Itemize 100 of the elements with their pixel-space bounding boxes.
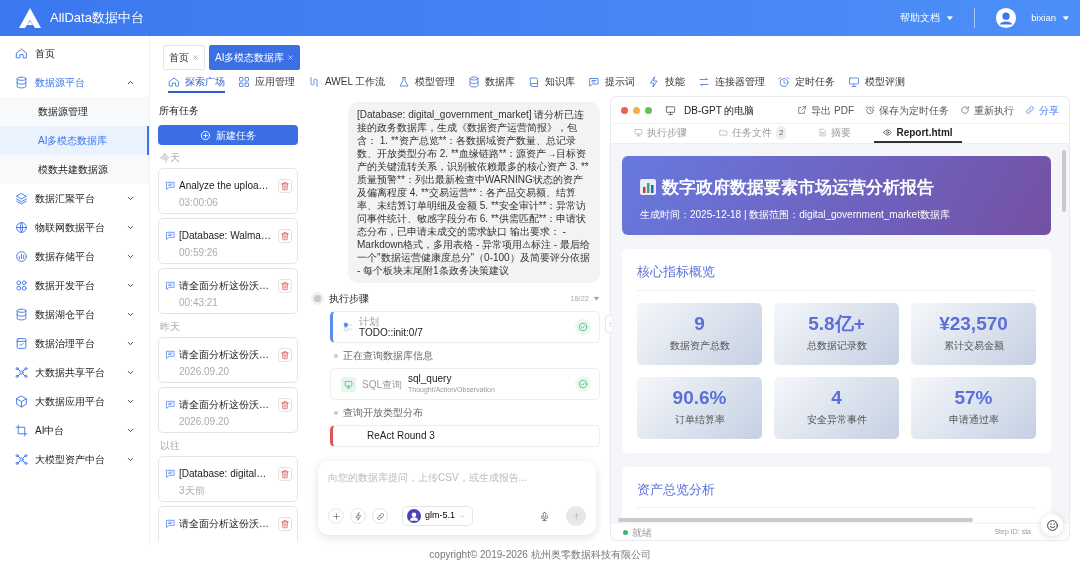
- new-task-button[interactable]: 新建任务: [158, 125, 298, 145]
- link-icon: [1025, 105, 1035, 115]
- step-title: TODO::init:0/7: [359, 326, 423, 339]
- nav-tab[interactable]: 定时任务: [778, 74, 836, 93]
- metric-label: 订单结算率: [674, 412, 725, 427]
- metric-label: 总数据记录数: [806, 338, 867, 353]
- step-card[interactable]: ReAct Round 3: [330, 425, 600, 447]
- user-avatar-icon: [995, 7, 1018, 29]
- task-card[interactable]: [Database: digital… 3天前: [158, 456, 298, 502]
- nav-tab[interactable]: 模型管理: [398, 74, 456, 93]
- database-icon: [15, 308, 28, 321]
- bar-chart-icon: [15, 250, 28, 263]
- attach-button[interactable]: [372, 508, 388, 524]
- sidebar-subitem[interactable]: 模数共建数据源: [0, 155, 149, 184]
- task-time: 3天前: [179, 484, 206, 498]
- lightning-icon: [353, 511, 363, 521]
- eye-icon: [883, 128, 893, 137]
- export-icon: [797, 105, 808, 115]
- step-card[interactable]: 计划 TODO::init:0/7: [330, 311, 600, 343]
- delete-button[interactable]: [278, 397, 292, 412]
- metric-value: 9: [694, 314, 705, 335]
- caret-icon: [946, 14, 955, 22]
- scrollbar-thumb[interactable]: [618, 518, 973, 522]
- task-card[interactable]: Analyze the uploa… 03:00:06: [158, 168, 298, 214]
- delete-button[interactable]: [278, 178, 292, 193]
- sidebar-item[interactable]: 物联网数据平台: [0, 213, 149, 242]
- task-title: Analyze the uploa…: [179, 179, 270, 193]
- action-button[interactable]: 导出 PDF: [797, 102, 854, 118]
- swap-arrows-icon: [698, 75, 711, 88]
- sidebar-item[interactable]: 数据治理平台: [0, 329, 149, 358]
- report-title: 数字政府数据要素市场运营分析报告: [662, 177, 934, 198]
- sidebar-item[interactable]: AI中台: [0, 416, 149, 445]
- nav-tab[interactable]: 应用管理: [238, 74, 295, 93]
- delete-button[interactable]: [278, 516, 292, 531]
- send-button[interactable]: [566, 506, 586, 526]
- sidebar-item[interactable]: 数据湖仓平台: [0, 300, 149, 329]
- link-icon: [375, 511, 385, 521]
- sidebar-subitem[interactable]: 数据源管理: [0, 97, 149, 126]
- task-card[interactable]: [Database: Walma… 00:59:26: [158, 218, 298, 264]
- status-dot: [623, 529, 628, 535]
- model-avatar-icon: [407, 509, 421, 523]
- nav-tab[interactable]: AWEL 工作流: [308, 74, 386, 93]
- step-note: 正在查询数据库信息: [343, 349, 433, 363]
- house-icon: [168, 75, 180, 88]
- delete-button[interactable]: [278, 347, 292, 362]
- task-card[interactable]: 请全面分析这份沃… 2026.09.20: [158, 387, 298, 433]
- task-card[interactable]: 请全面分析这份沃…: [158, 506, 298, 541]
- microphone-icon: [538, 510, 550, 522]
- page-tab[interactable]: 首页: [163, 45, 205, 70]
- task-card[interactable]: 请全面分析这份沃… 2026.09.20: [158, 337, 298, 383]
- caret-icon: [1062, 14, 1070, 22]
- metric-value: ¥23,570: [939, 314, 1008, 335]
- chat-icon: [165, 399, 176, 410]
- steps-title: 执行步骤: [329, 292, 369, 306]
- brand-name: AllData数据中台: [50, 9, 144, 28]
- action-button[interactable]: 重新执行: [960, 102, 1014, 118]
- nav-tab[interactable]: 知识库: [528, 74, 576, 93]
- bar-chart-icon: [640, 179, 656, 196]
- network-icon: [15, 366, 28, 379]
- panel-tab[interactable]: 任务文件 2: [710, 124, 796, 143]
- plus-icon: [331, 511, 341, 521]
- sidebar-item[interactable]: 数据汇聚平台: [0, 184, 149, 213]
- logo-icon: [18, 7, 42, 29]
- action-button[interactable]: 保存为定时任务: [865, 102, 949, 118]
- page-tab[interactable]: AI多模态数据库: [209, 45, 301, 70]
- action-button[interactable]: 分享: [1025, 102, 1059, 118]
- group-label: 以往: [160, 439, 181, 453]
- model-selector[interactable]: glm-5.1: [402, 506, 473, 526]
- chat-icon: [165, 180, 176, 191]
- add-button[interactable]: [328, 508, 344, 524]
- sidebar-item[interactable]: 数据源平台: [0, 68, 149, 97]
- step-tag: 计划: [359, 315, 423, 327]
- nav-tab[interactable]: 数据库: [468, 74, 516, 93]
- nav-tab[interactable]: 技能: [648, 74, 686, 93]
- nav-tab[interactable]: 探索广场: [168, 74, 225, 93]
- sidebar-item[interactable]: 数据开发平台: [0, 271, 149, 300]
- feedback-button[interactable]: [1041, 514, 1063, 536]
- scrollbar-thumb[interactable]: [1062, 150, 1066, 212]
- close-icon: [192, 54, 199, 61]
- delete-button[interactable]: [278, 228, 292, 243]
- sidebar-subitem[interactable]: AI多模态数据库: [0, 126, 149, 155]
- task-time: 00:59:26: [179, 246, 219, 260]
- task-title: 请全面分析这份沃…: [179, 348, 270, 362]
- skills-button[interactable]: [350, 508, 366, 524]
- section-heading: 核心指标概览: [637, 262, 1036, 291]
- chat-icon: [165, 230, 176, 241]
- trash-icon: [280, 518, 290, 529]
- sidebar-item[interactable]: 大模型资产中台: [0, 445, 149, 474]
- sidebar-item[interactable]: 大数据共享平台: [0, 358, 149, 387]
- delete-button[interactable]: [278, 466, 292, 481]
- sidebar-item[interactable]: 首页: [0, 39, 149, 68]
- alarm-clock-icon: [778, 75, 791, 88]
- task-card[interactable]: 请全面分析这份沃… 00:43:21: [158, 268, 298, 314]
- delete-button[interactable]: [278, 278, 292, 293]
- nav-tab[interactable]: 提示词: [588, 74, 636, 93]
- nav-tab[interactable]: 模型评测: [848, 74, 906, 93]
- sidebar-item[interactable]: 大数据应用平台: [0, 387, 149, 416]
- nav-tab[interactable]: 连接器管理: [698, 74, 766, 93]
- sidebar-item[interactable]: 数据存储平台: [0, 242, 149, 271]
- refresh-icon: [960, 105, 970, 115]
